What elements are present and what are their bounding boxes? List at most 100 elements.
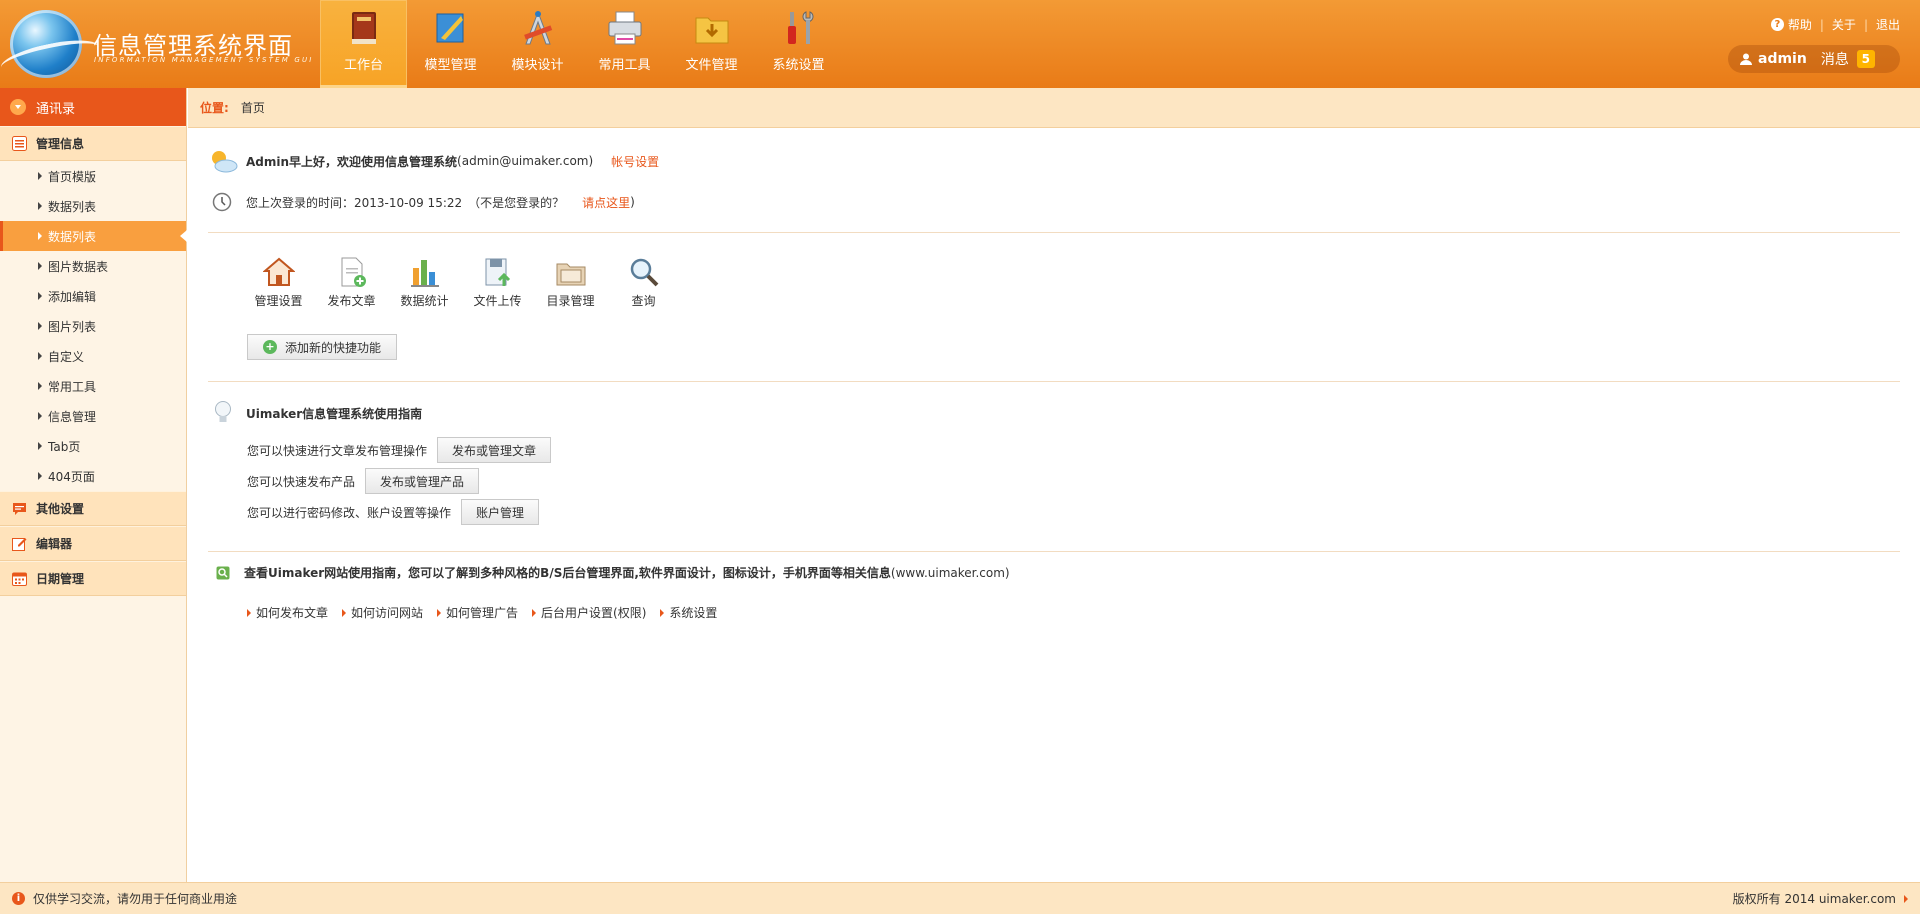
- quick-label: 文件上传: [473, 294, 522, 308]
- user-panel: admin 消息 5: [1728, 45, 1900, 73]
- nav-workbench[interactable]: 工作台: [320, 0, 407, 88]
- help-link-ads[interactable]: 如何管理广告: [437, 604, 518, 621]
- guide-title-row: Uimaker信息管理系统使用指南: [214, 400, 422, 426]
- sidebar-sub-list: 首页模版 数据列表 数据列表 图片数据表 添加编辑 图片列表 自定义 常用工具 …: [0, 161, 187, 491]
- triangle-right-icon: [437, 608, 442, 617]
- welcome-email: (admin@uimaker.com): [457, 154, 594, 168]
- guide-title: Uimaker信息管理系统使用指南: [246, 406, 423, 421]
- about-link[interactable]: 关于: [1832, 16, 1856, 33]
- sidebar-item-image-table[interactable]: 图片数据表: [0, 251, 186, 281]
- nav-label: 工作台: [343, 58, 383, 73]
- nav-files[interactable]: 文件管理: [668, 0, 755, 88]
- triangle-right-icon: [342, 608, 347, 617]
- nav-label: 模型管理: [424, 58, 477, 73]
- button-label: 账户管理: [476, 505, 525, 520]
- sidebar-group-label: 编辑器: [36, 537, 73, 551]
- edit-icon: [12, 538, 27, 551]
- sidebar-item-data-list[interactable]: 数据列表: [0, 191, 186, 221]
- messages-link[interactable]: 消息: [1821, 49, 1849, 69]
- quick-data-stats[interactable]: 数据统计: [388, 256, 461, 309]
- sidebar-item-data-list-active[interactable]: 数据列表: [0, 221, 187, 251]
- chat-icon: [13, 503, 26, 515]
- quick-label: 目录管理: [546, 294, 595, 308]
- quick-manage-settings[interactable]: 管理设置: [242, 256, 315, 309]
- message-count-badge[interactable]: 5: [1856, 50, 1875, 68]
- guide-text: 您可以快速发布产品: [247, 474, 356, 489]
- sidebar-item-label: 首页模版: [48, 169, 97, 184]
- sidebar-item-info-manage[interactable]: 信息管理: [0, 401, 186, 431]
- account-manage-button[interactable]: 账户管理: [461, 499, 540, 525]
- guide-row-article: 您可以快速进行文章发布管理操作 发布或管理文章: [247, 437, 552, 463]
- quick-search[interactable]: 查询: [607, 256, 680, 309]
- sidebar-group-editor[interactable]: 编辑器: [0, 526, 186, 561]
- click-here-link[interactable]: 请点这里: [582, 194, 630, 211]
- triangle-right-icon: [38, 202, 42, 210]
- quick-file-upload[interactable]: 文件上传: [461, 256, 534, 309]
- triangle-right-icon: [38, 262, 42, 270]
- sidebar-group-date[interactable]: 日期管理: [0, 561, 186, 596]
- user-icon: [1740, 53, 1752, 65]
- guide-row-account: 您可以进行密码修改、账户设置等操作 账户管理: [247, 499, 540, 525]
- compass-icon: [523, 10, 552, 45]
- manage-articles-button[interactable]: 发布或管理文章: [437, 437, 552, 463]
- divider: [208, 381, 1900, 382]
- nav-model[interactable]: 模型管理: [407, 0, 494, 88]
- guide-row-product: 您可以快速发布产品 发布或管理产品: [247, 468, 480, 494]
- triangle-right-icon: [38, 232, 42, 240]
- separator: |: [1863, 17, 1868, 32]
- top-links: ? 帮助 | 关于 | 退出: [1770, 16, 1900, 33]
- sidebar-item-add-edit[interactable]: 添加编辑: [0, 281, 186, 311]
- quick-label: 查询: [631, 294, 656, 308]
- sidebar-item-tools[interactable]: 常用工具: [0, 371, 186, 401]
- app-subtitle: INFORMATION MANAGEMENT SYSTEM GUI: [94, 56, 314, 64]
- main-content: Admin早上好，欢迎使用信息管理系统 (admin@uimaker.com) …: [188, 128, 1920, 882]
- sidebar-item-image-list[interactable]: 图片列表: [0, 311, 186, 341]
- sidebar-group-manage-info[interactable]: 管理信息: [0, 126, 186, 161]
- close-paren: ): [630, 195, 635, 209]
- logout-link[interactable]: 退出: [1876, 16, 1900, 33]
- sidebar-item-tab-page[interactable]: Tab页: [0, 431, 186, 461]
- manage-products-button[interactable]: 发布或管理产品: [365, 468, 480, 494]
- site-url[interactable]: (www.uimaker.com): [891, 566, 1010, 580]
- breadcrumb-current[interactable]: 首页: [241, 99, 265, 116]
- nav-tools[interactable]: 常用工具: [581, 0, 668, 88]
- help-link[interactable]: 帮助: [1788, 16, 1812, 33]
- help-link-label: 如何发布文章: [256, 606, 329, 620]
- nav-label: 文件管理: [685, 58, 738, 73]
- triangle-right-icon: [38, 172, 42, 180]
- last-login-row: 您上次登录的时间：2013-10-09 15:22 （不是您登录的？ 请点这里 …: [212, 192, 635, 212]
- calendar-icon: [12, 572, 27, 586]
- sidebar-item-label: 添加编辑: [48, 289, 97, 304]
- help-link-permissions[interactable]: 后台用户设置(权限): [532, 604, 646, 621]
- add-quick-function-button[interactable]: + 添加新的快捷功能: [247, 334, 397, 360]
- last-login-text: 您上次登录的时间：2013-10-09 15:22: [246, 195, 463, 210]
- help-link-publish[interactable]: 如何发布文章: [247, 604, 328, 621]
- quick-publish-article[interactable]: 发布文章: [315, 256, 388, 309]
- sidebar-top-label: 通讯录: [36, 101, 76, 117]
- sidebar-item-custom[interactable]: 自定义: [0, 341, 186, 371]
- help-link-label: 如何访问网站: [351, 606, 424, 620]
- logo: 信息管理系统界面 INFORMATION MANAGEMENT SYSTEM G…: [0, 0, 320, 88]
- sidebar-contacts[interactable]: 通讯录: [0, 88, 186, 126]
- nav-module[interactable]: 模块设计: [494, 0, 581, 88]
- account-settings-link[interactable]: 帐号设置: [611, 153, 659, 170]
- sidebar-group-other-settings[interactable]: 其他设置: [0, 491, 186, 526]
- divider: [208, 232, 1900, 233]
- house-icon: [262, 257, 295, 286]
- help-icon: ?: [1770, 18, 1784, 31]
- sidebar-item-home-template[interactable]: 首页模版: [0, 161, 186, 191]
- guide-text: 您可以快速进行文章发布管理操作: [247, 443, 428, 458]
- username[interactable]: admin: [1758, 51, 1807, 67]
- sidebar-group-label: 日期管理: [36, 572, 85, 586]
- tools-icon: [787, 11, 813, 44]
- quick-label: 管理设置: [254, 294, 303, 308]
- help-link-system[interactable]: 系统设置: [660, 604, 717, 621]
- site-info-text: 查看Uimaker网站使用指南，您可以了解到多种风格的B/S后台管理界面,软件界…: [244, 566, 891, 580]
- help-link-visit[interactable]: 如何访问网站: [342, 604, 423, 621]
- sidebar-item-404[interactable]: 404页面: [0, 461, 186, 491]
- sidebar-item-label: 404页面: [48, 469, 95, 484]
- nav-settings[interactable]: 系统设置: [755, 0, 842, 88]
- help-link-label: 系统设置: [669, 606, 718, 620]
- quick-directory-manage[interactable]: 目录管理: [534, 256, 607, 309]
- printer-icon: [608, 11, 641, 45]
